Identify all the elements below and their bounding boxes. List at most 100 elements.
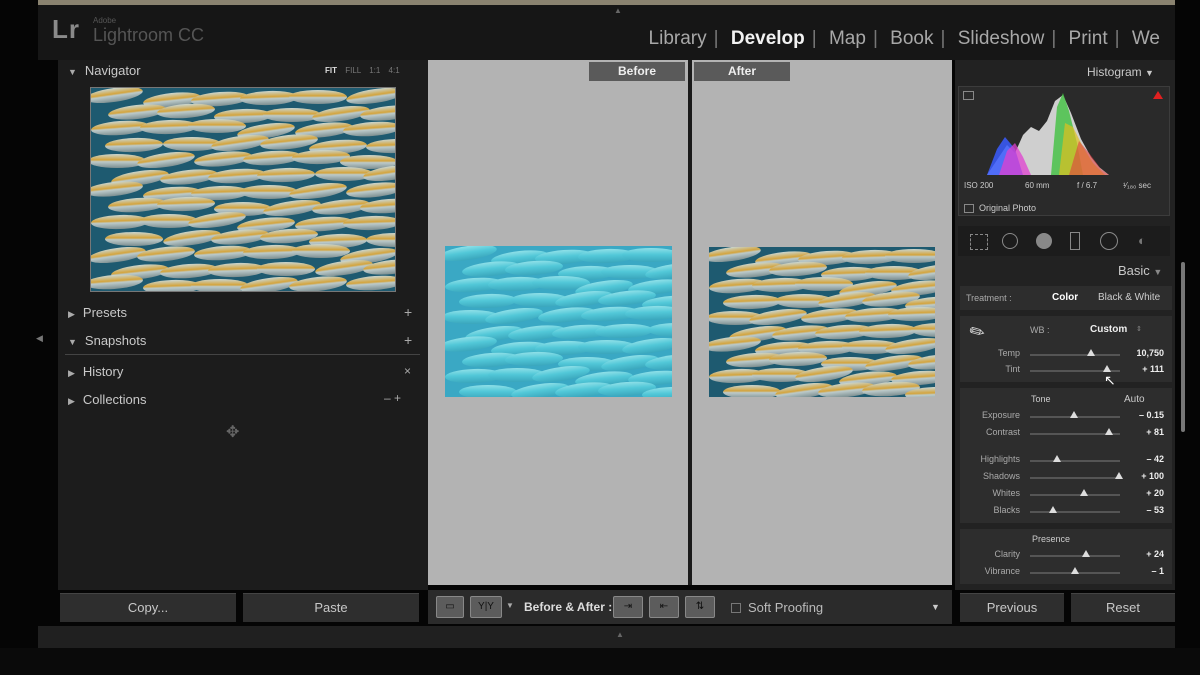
module-web[interactable]: We [1132, 28, 1160, 50]
add-snapshot-icon[interactable]: + [404, 332, 412, 348]
zoom-fill[interactable]: FILL [345, 66, 361, 75]
panel-end-ornament-icon: ✥ [226, 424, 240, 441]
zoom-1-1[interactable]: 1:1 [369, 66, 380, 75]
clarity-slider-track[interactable] [1030, 555, 1120, 557]
soft-proofing-label: Soft Proofing [748, 600, 824, 615]
shadows-slider-track[interactable] [1030, 477, 1120, 479]
wb-dropdown-icon[interactable]: ⇕ [1136, 325, 1142, 333]
module-develop[interactable]: Develop [731, 28, 805, 50]
toolbar-menu-icon[interactable]: ▼ [931, 602, 940, 612]
vibrance-value[interactable]: – 1 [1124, 566, 1164, 576]
slider-row-exposure: Exposure – 0.15 [960, 410, 1172, 426]
reset-button[interactable]: Reset [1071, 593, 1175, 622]
blacks-value[interactable]: – 53 [1124, 505, 1164, 515]
blacks-slider-track[interactable] [1030, 511, 1120, 513]
paste-button[interactable]: Paste [243, 593, 419, 622]
collections-actions[interactable]: – + [384, 391, 401, 405]
contrast-value[interactable]: + 81 [1124, 427, 1164, 437]
previous-button[interactable]: Previous [960, 593, 1064, 622]
swap-before-after-icon[interactable]: ⇅ [685, 596, 715, 618]
clear-history-icon[interactable]: × [404, 364, 411, 378]
temp-value[interactable]: 10,750 [1124, 348, 1164, 358]
blacks-slider-knob[interactable] [1048, 506, 1057, 513]
mouse-cursor-icon: ↖ [1104, 372, 1116, 388]
presets-header[interactable]: ▶ Presets [68, 305, 127, 320]
module-book[interactable]: Book [890, 28, 933, 50]
tint-value[interactable]: + 111 [1124, 364, 1164, 374]
histogram-header[interactable]: Histogram ▼ [1087, 65, 1154, 79]
shadow-clipping-icon[interactable] [963, 91, 974, 100]
vibrance-label: Vibrance [984, 566, 1020, 576]
shadows-slider-knob[interactable] [1115, 472, 1124, 479]
basic-header[interactable]: Basic ▼ [1118, 263, 1162, 278]
contrast-slider-knob[interactable] [1105, 428, 1114, 435]
history-header[interactable]: ▶ History [68, 364, 123, 379]
treatment-bw-option[interactable]: Black & White [1098, 292, 1160, 303]
module-library[interactable]: Library [649, 28, 707, 50]
clarity-value[interactable]: + 24 [1124, 549, 1164, 559]
before-after-view-button[interactable]: Y|Y [470, 596, 502, 618]
module-print[interactable]: Print [1069, 28, 1108, 50]
adjustment-brush-icon[interactable]: ◐ [1138, 233, 1146, 248]
filmstrip-bar [38, 626, 1175, 648]
add-preset-icon[interactable]: + [404, 304, 412, 320]
navigator-preview[interactable] [90, 87, 396, 292]
wb-eyedropper-icon[interactable]: ✎ [966, 320, 990, 346]
collections-header[interactable]: ▶ Collections [68, 392, 147, 407]
module-slideshow[interactable]: Slideshow [958, 28, 1045, 50]
red-eye-tool-icon[interactable] [1036, 233, 1052, 249]
temp-slider-track[interactable] [1030, 354, 1120, 356]
zoom-4-1[interactable]: 4:1 [389, 66, 400, 75]
module-map[interactable]: Map [829, 28, 866, 50]
highlights-slider-knob[interactable] [1053, 455, 1061, 462]
fish-shape [136, 244, 196, 265]
screen-bottom [0, 648, 1200, 675]
whites-value[interactable]: + 20 [1124, 488, 1164, 498]
radial-filter-icon[interactable] [1100, 232, 1118, 250]
left-panel-toggle-icon[interactable]: ◀ [36, 333, 43, 344]
after-image[interactable] [709, 247, 935, 397]
graduated-filter-icon[interactable] [1070, 232, 1080, 250]
shadows-value[interactable]: + 100 [1124, 471, 1164, 481]
snapshots-header[interactable]: ▼ Snapshots [68, 333, 146, 348]
collapse-top-icon[interactable]: ▲ [614, 6, 622, 15]
collapse-triangle-icon: ▼ [1145, 68, 1154, 78]
slider-row-shadows: Shadows + 100 [960, 471, 1172, 487]
clarity-slider-knob[interactable] [1081, 550, 1090, 557]
tint-slider-knob[interactable] [1103, 365, 1112, 372]
highlight-clipping-icon[interactable] [1153, 91, 1163, 99]
fish-shape [288, 274, 348, 291]
view-dropdown-icon[interactable]: ▼ [506, 601, 514, 610]
copy-before-to-after-icon[interactable]: ⇥ [613, 596, 643, 618]
whites-slider-knob[interactable] [1080, 489, 1088, 496]
clarity-label: Clarity [994, 549, 1020, 559]
treatment-color-option[interactable]: Color [1052, 292, 1078, 303]
spot-removal-tool-icon[interactable] [1002, 233, 1018, 249]
vibrance-slider-knob[interactable] [1071, 567, 1079, 574]
before-image[interactable] [445, 246, 672, 397]
crop-tool-icon[interactable] [970, 234, 988, 250]
highlights-slider-track[interactable] [1030, 460, 1120, 462]
copy-after-to-before-icon[interactable]: ⇤ [649, 596, 679, 618]
collapse-bottom-icon[interactable]: ▲ [616, 630, 624, 639]
wb-select[interactable]: Custom [1090, 324, 1127, 335]
expand-triangle-icon: ▶ [68, 309, 75, 319]
navigator-header[interactable]: ▼ Navigator [68, 63, 141, 78]
shadows-label: Shadows [982, 471, 1020, 481]
zoom-fit[interactable]: FIT [325, 66, 337, 75]
temp-slider-knob[interactable] [1087, 349, 1096, 356]
exposure-value[interactable]: – 0.15 [1124, 410, 1164, 420]
copy-button[interactable]: Copy... [60, 593, 236, 622]
loupe-view-icon[interactable]: ▭ [436, 596, 464, 618]
right-panel-scrollbar[interactable] [1181, 262, 1185, 432]
auto-tone-button[interactable]: Auto [1124, 394, 1145, 405]
exposure-slider-knob[interactable] [1070, 411, 1079, 418]
collections-title: Collections [82, 392, 147, 407]
original-photo-label: Original Photo [979, 203, 1037, 213]
whites-slider-track[interactable] [1030, 494, 1120, 496]
fish-shape [288, 90, 347, 104]
highlights-value[interactable]: – 42 [1124, 454, 1164, 464]
original-photo-checkbox[interactable] [964, 204, 974, 213]
expand-triangle-icon: ▶ [68, 396, 75, 406]
soft-proofing-checkbox[interactable] [731, 603, 741, 613]
